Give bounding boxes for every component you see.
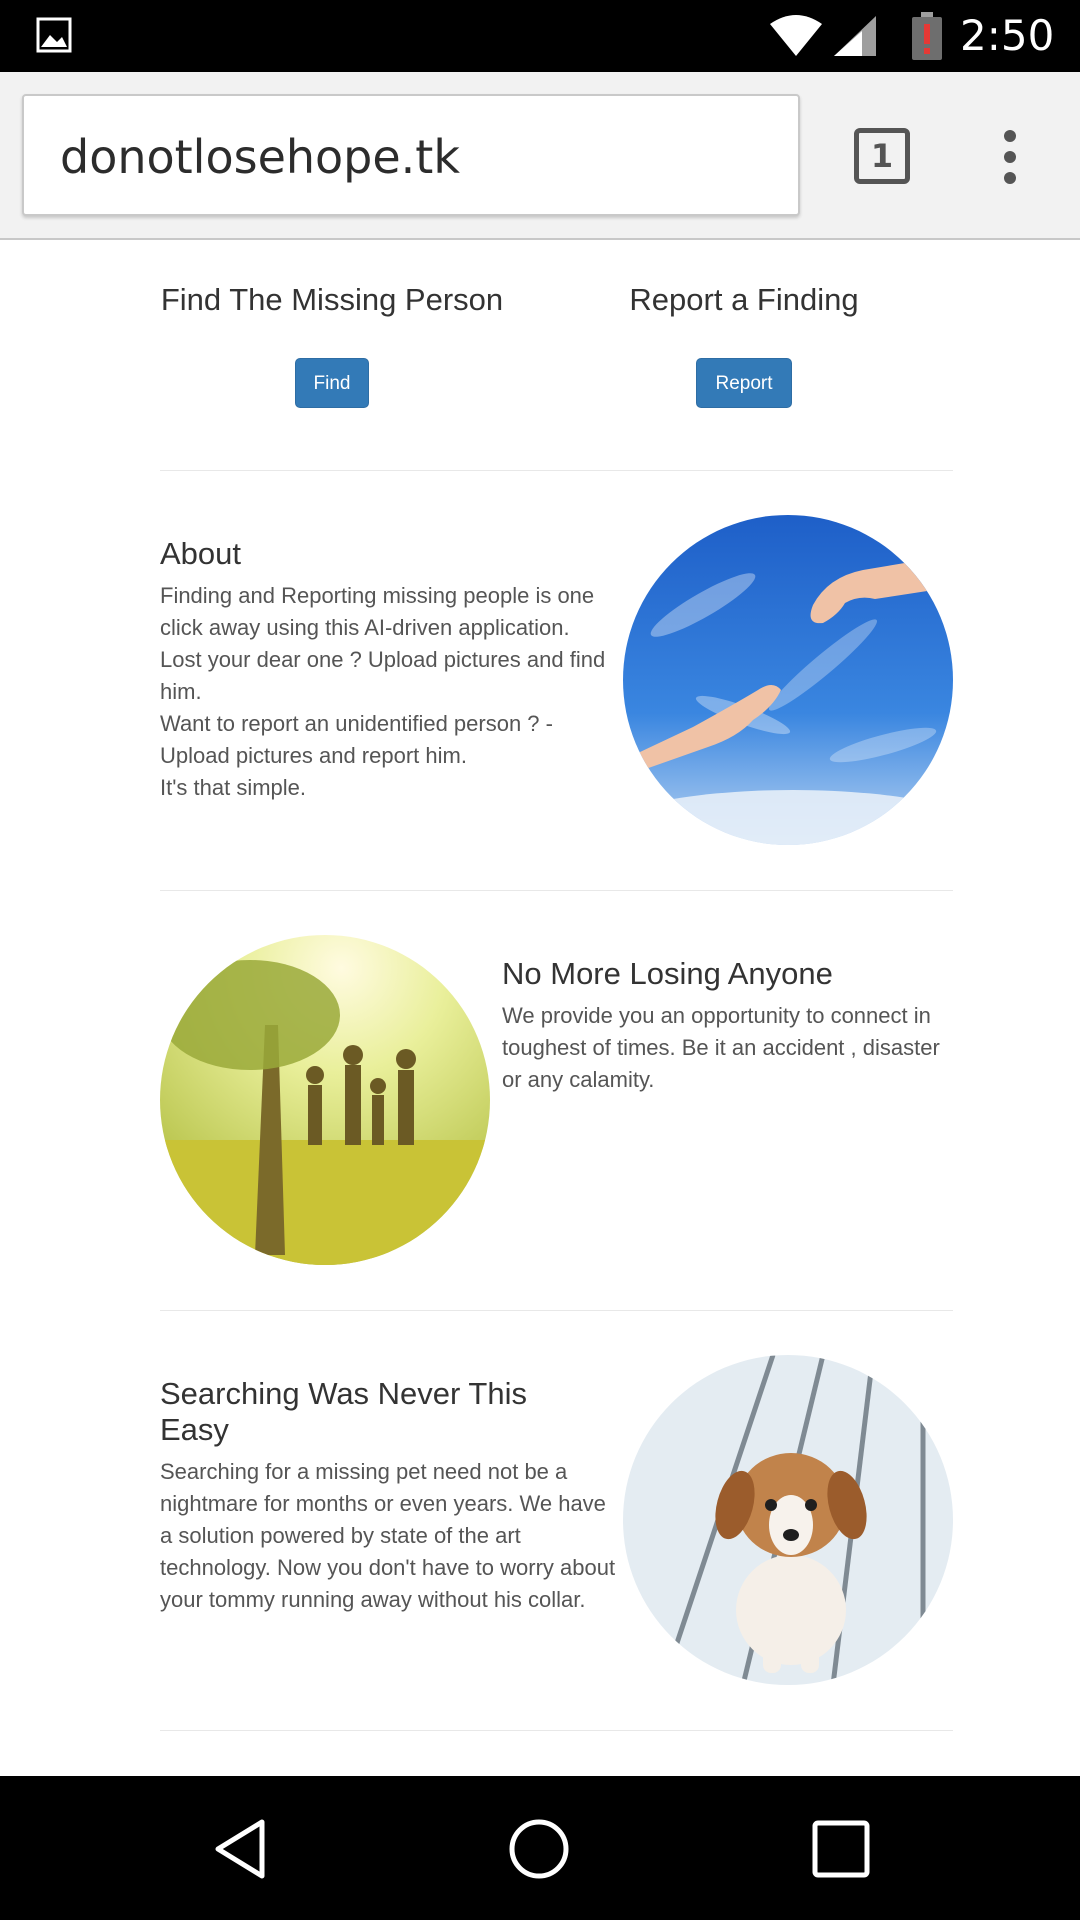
about-line: Want to report an unidentified person ? …	[160, 711, 553, 768]
recents-icon[interactable]	[808, 1816, 874, 1882]
url-text[interactable]: donotlosehope.tk	[60, 130, 460, 184]
report-section: Report a Finding Report	[534, 280, 954, 408]
about-title: About	[160, 536, 242, 571]
searching-text: Searching for a missing pet need not be …	[160, 1459, 616, 1612]
find-heading: Find The Missing Person	[160, 282, 504, 317]
tab-switcher-button[interactable]: 1	[854, 128, 910, 184]
gallery-icon	[36, 17, 72, 53]
status-clock: 2:50	[960, 11, 1055, 60]
browser-toolbar: donotlosehope.tk 1	[0, 72, 1080, 240]
about-line: It's that simple.	[160, 775, 307, 800]
divider	[160, 1730, 953, 1731]
url-bar[interactable]: donotlosehope.tk	[22, 94, 800, 216]
system-nav-bar	[0, 1776, 1080, 1920]
puppy-image	[623, 1355, 953, 1685]
web-page: Find The Missing Person Find Report a Fi…	[0, 242, 1080, 1776]
overflow-menu-icon[interactable]	[998, 130, 1022, 186]
battery-alert-icon	[912, 12, 942, 60]
searching-title: Searching Was Never This Easy	[160, 1376, 527, 1447]
no-more-losing-title: No More Losing Anyone	[502, 956, 833, 991]
no-more-losing-text: We provide you an opportunity to connect…	[502, 1003, 940, 1092]
home-icon[interactable]	[506, 1816, 572, 1882]
report-heading: Report a Finding	[629, 282, 859, 317]
hands-sky-image	[623, 515, 953, 845]
about-text: Finding and Reporting missing people is …	[160, 580, 620, 804]
family-park-image	[160, 935, 490, 1265]
status-bar: 2:50	[0, 0, 1080, 72]
find-section: Find The Missing Person Find	[122, 280, 542, 408]
find-button[interactable]: Find	[294, 358, 370, 408]
divider	[160, 1310, 953, 1311]
signal-icon	[834, 16, 876, 56]
divider	[160, 890, 953, 891]
back-icon[interactable]	[208, 1816, 274, 1882]
divider	[160, 470, 953, 471]
report-button[interactable]: Report	[696, 358, 792, 408]
about-line: Finding and Reporting missing people is …	[160, 583, 595, 640]
wifi-icon	[770, 15, 822, 56]
about-line: Lost your dear one ? Upload pictures and…	[160, 647, 606, 704]
